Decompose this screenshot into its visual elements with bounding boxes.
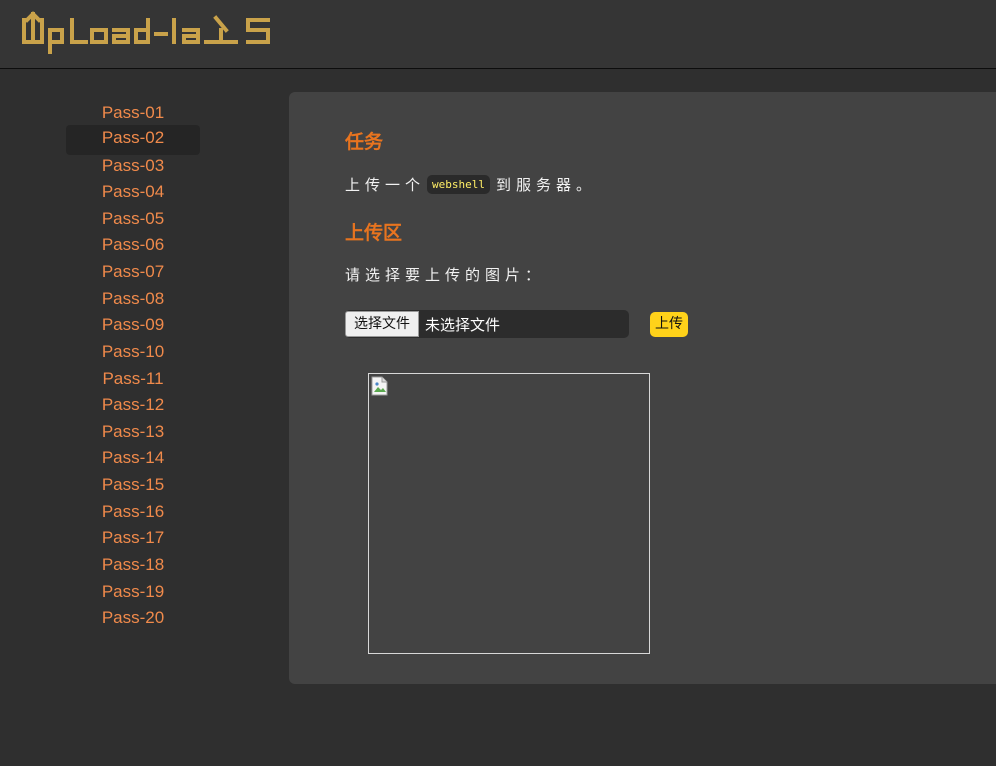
task-description: 上传一个 webshell 到服务器。 <box>345 174 596 195</box>
choose-file-button[interactable]: 选择文件 <box>345 311 419 337</box>
sidebar-item-pass-18[interactable]: Pass-18 <box>66 552 200 582</box>
sidebar-item-pass-06[interactable]: Pass-06 <box>66 232 200 262</box>
sidebar-item-pass-20[interactable]: Pass-20 <box>66 605 200 635</box>
image-preview <box>368 373 650 654</box>
sidebar-item-pass-10[interactable]: Pass-10 <box>66 339 200 369</box>
upload-title: 上传区 <box>345 222 403 244</box>
sidebar-item-pass-15[interactable]: Pass-15 <box>66 472 200 502</box>
logo-image <box>22 11 270 54</box>
file-status: 未选择文件 <box>425 315 501 334</box>
task-text-before: 上传一个 <box>345 176 426 194</box>
sidebar-item-pass-14[interactable]: Pass-14 <box>66 445 200 475</box>
file-input[interactable]: 选择文件 未选择文件 <box>345 310 629 338</box>
task-text-after: 到服务器。 <box>496 176 597 194</box>
broken-image-icon <box>371 376 389 400</box>
task-title: 任务 <box>345 131 384 153</box>
upload-button[interactable]: 上传 <box>650 312 688 337</box>
sidebar-item-pass-04[interactable]: Pass-04 <box>66 179 200 209</box>
header <box>0 0 996 69</box>
task-code: webshell <box>427 175 490 194</box>
sidebar-item-pass-12[interactable]: Pass-12 <box>66 392 200 422</box>
sidebar-item-pass-09[interactable]: Pass-09 <box>66 312 200 342</box>
sidebar-item-pass-07[interactable]: Pass-07 <box>66 259 200 289</box>
logo <box>20 8 280 60</box>
sidebar-item-pass-17[interactable]: Pass-17 <box>66 525 200 555</box>
choose-prompt: 请选择要上传的图片： <box>345 266 546 284</box>
sidebar-item-pass-02[interactable]: Pass-02 <box>66 125 200 155</box>
main-panel: 任务 上传一个 webshell 到服务器。 上传区 请选择要上传的图片： 选择… <box>289 92 996 684</box>
